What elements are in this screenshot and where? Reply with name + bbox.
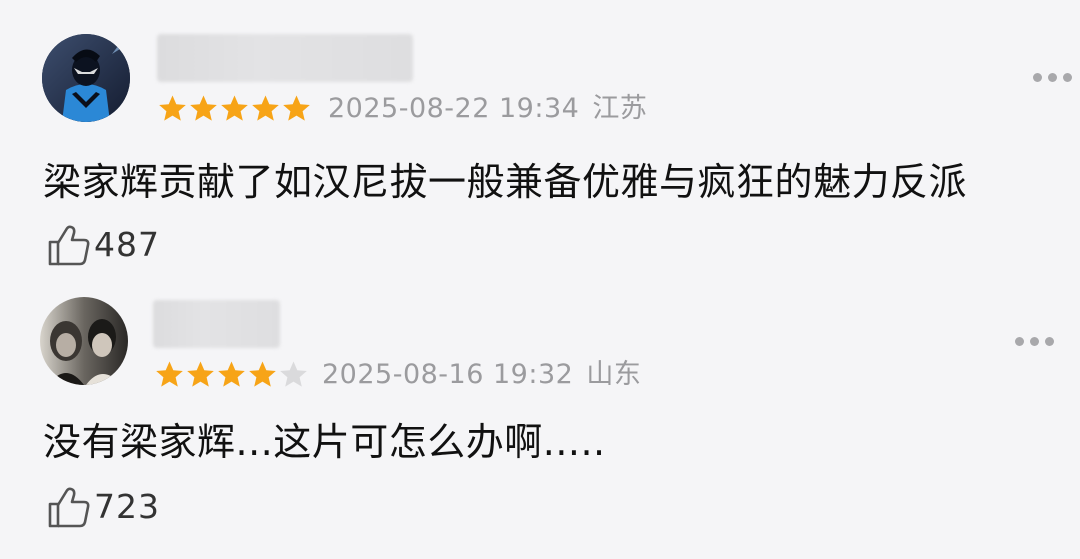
comment-text: 没有梁家辉...这片可怎么办啊..... xyxy=(43,420,606,464)
comment-location: 山东 xyxy=(586,359,642,390)
star-icon xyxy=(187,361,214,387)
star-icon xyxy=(280,361,307,387)
star-icon xyxy=(249,361,276,387)
more-dots-icon xyxy=(1015,337,1024,346)
username-redacted xyxy=(153,300,280,348)
star-icon xyxy=(218,361,245,387)
thumbs-up-icon xyxy=(48,487,90,528)
rating-stars xyxy=(155,360,308,389)
comment-date: 2025-08-16 19:32 xyxy=(322,359,574,390)
avatar[interactable] xyxy=(40,297,128,385)
comment-meta: 2025-08-16 19:32 山东 xyxy=(322,358,641,392)
like-button[interactable]: 723 xyxy=(44,484,160,530)
comment-item: 2025-08-16 19:32 山东 没有梁家辉...这片可怎么办啊.....… xyxy=(0,0,1080,528)
like-count: 723 xyxy=(94,487,160,526)
more-options-button[interactable] xyxy=(1015,337,1054,346)
star-icon xyxy=(156,361,183,387)
